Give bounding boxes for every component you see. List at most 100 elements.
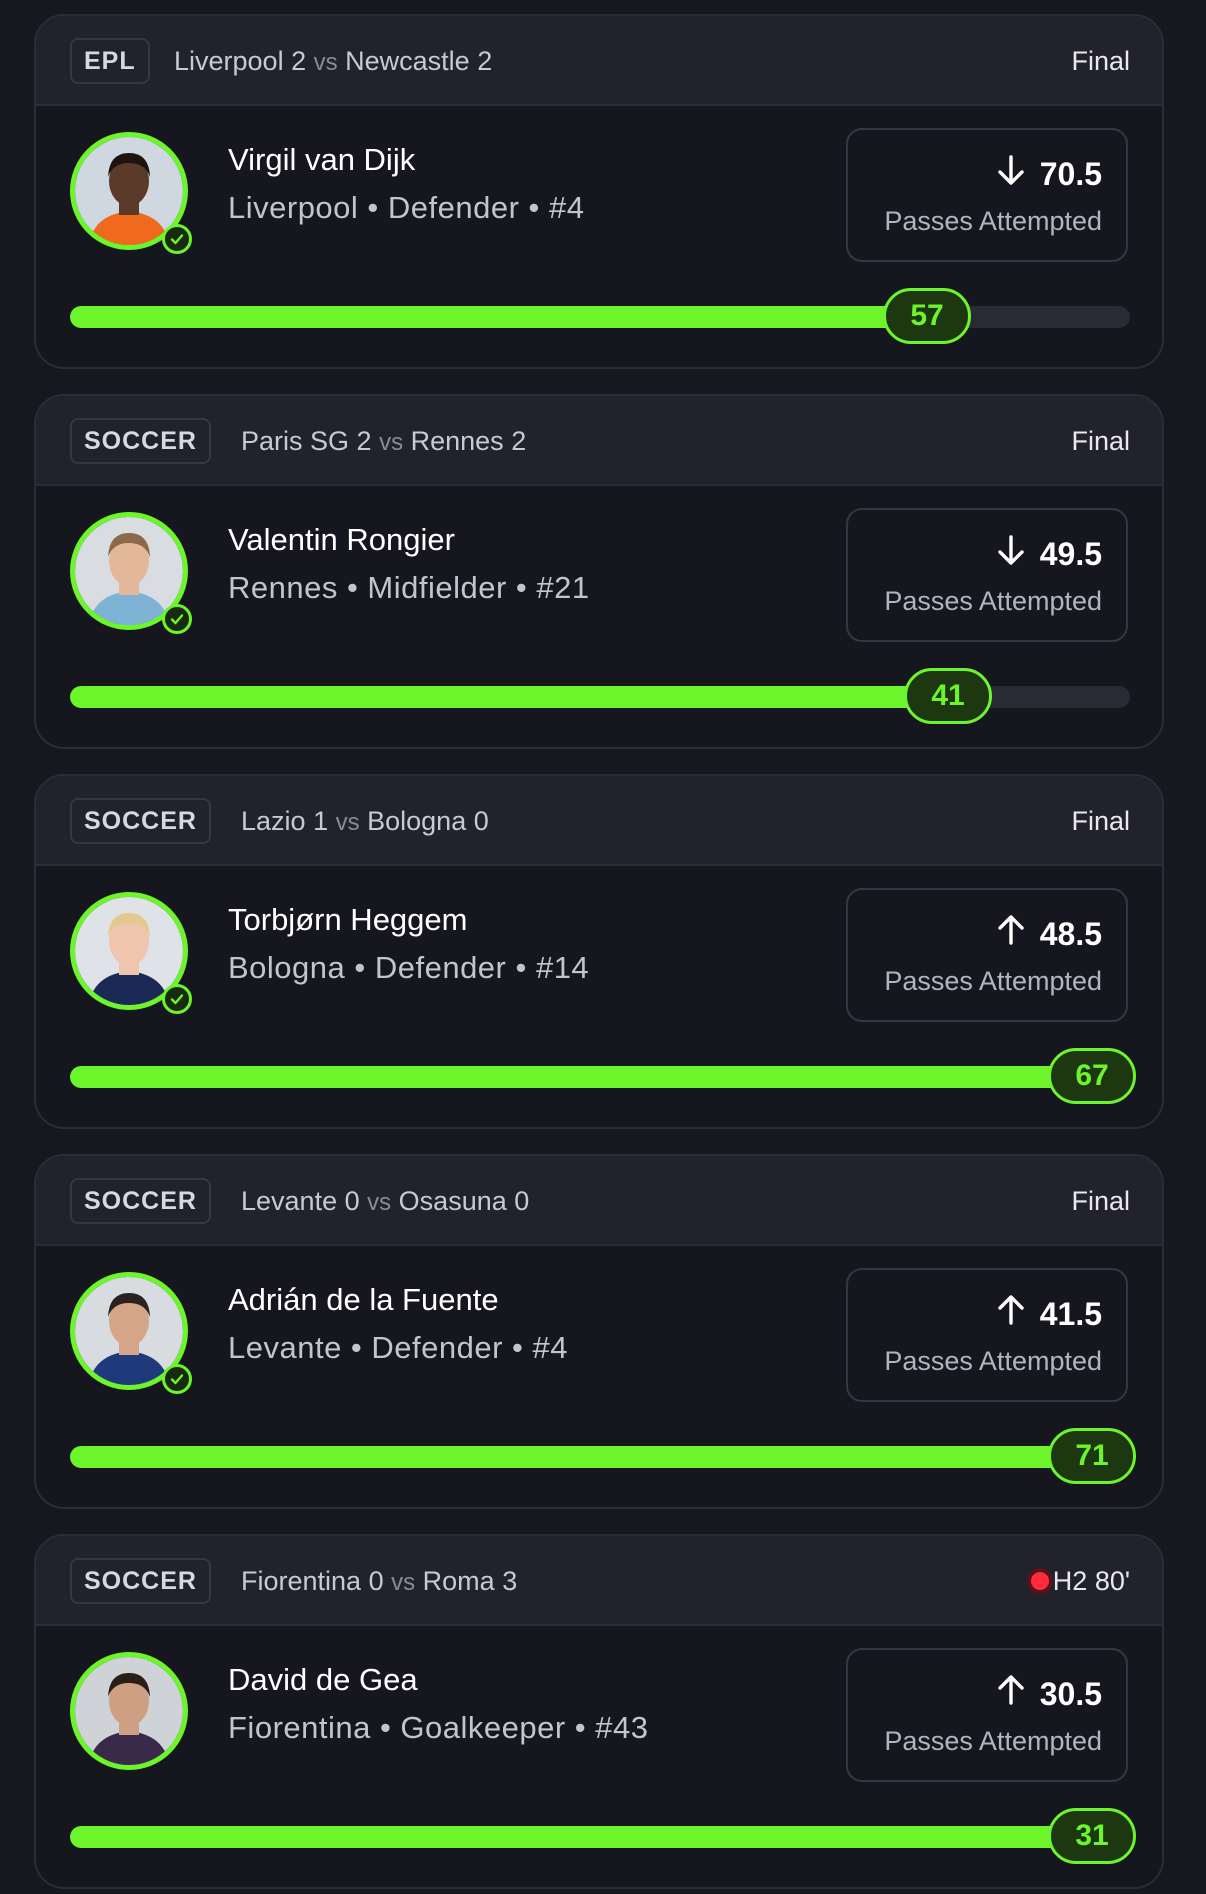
status-text: Final bbox=[1071, 46, 1130, 76]
player-name: Adrián de la Fuente bbox=[228, 1282, 499, 1317]
progress-track: 41 bbox=[70, 668, 1130, 724]
status-text: Final bbox=[1071, 806, 1130, 836]
match-score: Levante 0 vs Osasuna 0 bbox=[241, 1178, 529, 1226]
away-team: Osasuna bbox=[398, 1186, 507, 1216]
home-team: Fiorentina bbox=[241, 1566, 362, 1596]
player-meta: Bologna • Defender • #14 bbox=[228, 950, 590, 985]
live-indicator-icon bbox=[1030, 1572, 1049, 1590]
player-meta: Fiorentina • Goalkeeper • #43 bbox=[228, 1710, 649, 1745]
match-status: Final bbox=[1071, 798, 1130, 844]
home-score: 0 bbox=[344, 1186, 360, 1216]
line-value: 41.5 bbox=[1039, 1295, 1102, 1332]
prop-line-box[interactable]: 30.5 Passes Attempted bbox=[846, 1648, 1128, 1782]
player-meta: Liverpool • Defender • #4 bbox=[228, 190, 585, 225]
away-team: Newcastle bbox=[345, 46, 470, 76]
vs-label: vs bbox=[335, 809, 360, 836]
match-header: SOCCER Lazio 1 vs Bologna 0 Final bbox=[36, 776, 1162, 866]
prop-card[interactable]: SOCCER Lazio 1 vs Bologna 0 Final Torbjø… bbox=[34, 774, 1164, 1129]
prop-line: 70.5 bbox=[996, 154, 1102, 194]
line-value: 30.5 bbox=[1039, 1675, 1102, 1712]
match-score: Paris SG 2 vs Rennes 2 bbox=[241, 418, 526, 466]
arrow-up-icon bbox=[996, 1674, 1026, 1714]
vs-label: vs bbox=[379, 429, 404, 456]
prop-line-box[interactable]: 41.5 Passes Attempted bbox=[846, 1268, 1128, 1402]
status-text: Final bbox=[1071, 1186, 1130, 1216]
away-score: 2 bbox=[511, 426, 527, 456]
home-team: Paris SG bbox=[241, 426, 350, 456]
progress-fill bbox=[70, 306, 927, 328]
prop-line: 30.5 bbox=[996, 1674, 1102, 1714]
away-score: 0 bbox=[473, 806, 489, 836]
match-header: EPL Liverpool 2 vs Newcastle 2 Final bbox=[36, 16, 1162, 106]
verified-check-icon bbox=[162, 224, 192, 254]
vs-label: vs bbox=[391, 1569, 416, 1596]
league-badge: SOCCER bbox=[70, 798, 211, 844]
actual-value-pill: 57 bbox=[883, 288, 971, 344]
actual-value-pill: 41 bbox=[904, 668, 992, 724]
player-name: David de Gea bbox=[228, 1662, 418, 1697]
away-score: 0 bbox=[514, 1186, 530, 1216]
prop-line: 49.5 bbox=[996, 534, 1102, 574]
verified-check-icon bbox=[162, 1364, 192, 1394]
verified-check-icon bbox=[162, 604, 192, 634]
home-team: Liverpool bbox=[174, 46, 284, 76]
progress-fill bbox=[70, 1446, 1130, 1468]
prop-line-box[interactable]: 70.5 Passes Attempted bbox=[846, 128, 1128, 262]
prop-line-box[interactable]: 48.5 Passes Attempted bbox=[846, 888, 1128, 1022]
match-status: Final bbox=[1071, 38, 1130, 84]
progress-track: 67 bbox=[70, 1048, 1136, 1104]
prop-line: 41.5 bbox=[996, 1294, 1102, 1334]
league-badge: EPL bbox=[70, 38, 150, 84]
player-meta: Levante • Defender • #4 bbox=[228, 1330, 568, 1365]
player-name: Valentin Rongier bbox=[228, 522, 455, 557]
stat-label: Passes Attempted bbox=[884, 206, 1102, 236]
actual-value-pill: 71 bbox=[1048, 1428, 1136, 1484]
match-score: Fiorentina 0 vs Roma 3 bbox=[241, 1558, 517, 1606]
player-name: Virgil van Dijk bbox=[228, 142, 416, 177]
stat-label: Passes Attempted bbox=[884, 966, 1102, 996]
match-score: Lazio 1 vs Bologna 0 bbox=[241, 798, 489, 846]
progress-track: 71 bbox=[70, 1428, 1136, 1484]
away-team: Roma bbox=[422, 1566, 495, 1596]
line-value: 70.5 bbox=[1039, 155, 1102, 192]
player-name: Torbjørn Heggem bbox=[228, 902, 468, 937]
stat-label: Passes Attempted bbox=[884, 586, 1102, 616]
away-score: 2 bbox=[477, 46, 493, 76]
progress-track: 57 bbox=[70, 288, 1130, 344]
progress-track: 31 bbox=[70, 1808, 1136, 1864]
match-score: Liverpool 2 vs Newcastle 2 bbox=[174, 38, 492, 86]
prop-line: 48.5 bbox=[996, 914, 1102, 954]
verified-check-icon bbox=[162, 984, 192, 1014]
away-team: Bologna bbox=[367, 806, 467, 836]
player-meta: Rennes • Midfielder • #21 bbox=[228, 570, 590, 605]
stat-label: Passes Attempted bbox=[884, 1346, 1102, 1376]
match-status: Final bbox=[1071, 1178, 1130, 1224]
progress-fill bbox=[70, 1066, 1130, 1088]
match-header: SOCCER Fiorentina 0 vs Roma 3 H2 80' bbox=[36, 1536, 1162, 1626]
line-value: 49.5 bbox=[1039, 535, 1102, 572]
match-header: SOCCER Paris SG 2 vs Rennes 2 Final bbox=[36, 396, 1162, 486]
home-score: 1 bbox=[313, 806, 329, 836]
home-score: 2 bbox=[291, 46, 307, 76]
progress-fill bbox=[70, 1826, 1130, 1848]
prop-card[interactable]: SOCCER Levante 0 vs Osasuna 0 Final Adri… bbox=[34, 1154, 1164, 1509]
prop-card[interactable]: EPL Liverpool 2 vs Newcastle 2 Final Vir… bbox=[34, 14, 1164, 369]
home-score: 2 bbox=[356, 426, 372, 456]
vs-label: vs bbox=[367, 1189, 392, 1216]
vs-label: vs bbox=[313, 49, 338, 76]
actual-value-pill: 67 bbox=[1048, 1048, 1136, 1104]
prop-card[interactable]: SOCCER Fiorentina 0 vs Roma 3 H2 80' Dav… bbox=[34, 1534, 1164, 1889]
prop-card[interactable]: SOCCER Paris SG 2 vs Rennes 2 Final Vale… bbox=[34, 394, 1164, 749]
arrow-up-icon bbox=[996, 1294, 1026, 1334]
home-score: 0 bbox=[368, 1566, 384, 1596]
home-team: Lazio bbox=[241, 806, 306, 836]
home-team: Levante bbox=[241, 1186, 338, 1216]
match-header: SOCCER Levante 0 vs Osasuna 0 Final bbox=[36, 1156, 1162, 1246]
status-text: H2 80' bbox=[1052, 1566, 1130, 1596]
league-badge: SOCCER bbox=[70, 418, 211, 464]
away-score: 3 bbox=[502, 1566, 518, 1596]
actual-value-pill: 31 bbox=[1048, 1808, 1136, 1864]
arrow-down-icon bbox=[996, 534, 1026, 574]
arrow-up-icon bbox=[996, 914, 1026, 954]
prop-line-box[interactable]: 49.5 Passes Attempted bbox=[846, 508, 1128, 642]
